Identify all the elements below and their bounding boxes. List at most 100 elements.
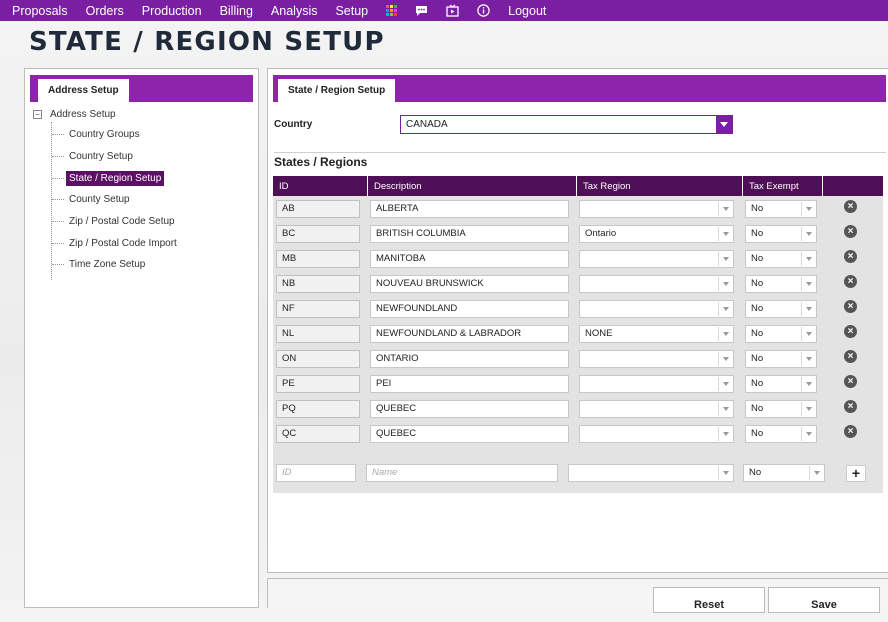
chevron-down-icon[interactable]: [801, 427, 815, 441]
tree-root[interactable]: − Address Setup: [33, 105, 116, 123]
delete-row-icon[interactable]: ×: [844, 375, 857, 388]
tax-exempt-select[interactable]: No: [745, 350, 817, 368]
tax-exempt-select[interactable]: No: [745, 225, 817, 243]
tax-region-select[interactable]: [579, 400, 734, 418]
delete-row-icon[interactable]: ×: [844, 325, 857, 338]
reset-button[interactable]: Reset: [653, 587, 765, 613]
tax-exempt-select[interactable]: No: [745, 325, 817, 343]
nav-orders[interactable]: Orders: [86, 4, 124, 18]
chevron-down-icon[interactable]: [718, 427, 732, 441]
id-cell[interactable]: BC: [276, 225, 360, 243]
media-icon[interactable]: [446, 4, 459, 17]
tree-item-zip-postal-code-import[interactable]: Zip / Postal Code Import: [52, 234, 180, 252]
delete-row-icon[interactable]: ×: [844, 425, 857, 438]
nav-logout[interactable]: Logout: [508, 4, 546, 18]
chevron-down-icon[interactable]: [801, 277, 815, 291]
new-id-input[interactable]: ID: [276, 464, 356, 482]
chevron-down-icon[interactable]: [718, 352, 732, 366]
tree-item-zip-postal-code-setup[interactable]: Zip / Postal Code Setup: [52, 212, 178, 230]
tax-region-select[interactable]: NONE: [579, 325, 734, 343]
tree-item-country-groups[interactable]: Country Groups: [52, 125, 143, 143]
chevron-down-icon[interactable]: [801, 327, 815, 341]
col-header-tax-exempt[interactable]: Tax Exempt: [743, 176, 823, 196]
col-header-description[interactable]: Description: [368, 176, 577, 196]
delete-row-icon[interactable]: ×: [844, 350, 857, 363]
tax-exempt-select[interactable]: No: [745, 200, 817, 218]
collapse-icon[interactable]: −: [33, 109, 42, 119]
delete-row-icon[interactable]: ×: [844, 225, 857, 238]
description-input[interactable]: QUEBEC: [370, 425, 569, 443]
description-input[interactable]: ONTARIO: [370, 350, 569, 368]
tab-address-setup[interactable]: Address Setup: [38, 79, 129, 102]
delete-row-icon[interactable]: ×: [844, 275, 857, 288]
description-input[interactable]: NOUVEAU BRUNSWICK: [370, 275, 569, 293]
description-input[interactable]: PEI: [370, 375, 569, 393]
col-header-tax-region[interactable]: Tax Region: [577, 176, 743, 196]
chevron-down-icon[interactable]: [801, 227, 815, 241]
description-input[interactable]: ALBERTA: [370, 200, 569, 218]
delete-row-icon[interactable]: ×: [844, 250, 857, 263]
delete-row-icon[interactable]: ×: [844, 400, 857, 413]
add-row-button[interactable]: +: [846, 465, 866, 482]
tax-region-select[interactable]: [579, 250, 734, 268]
nav-analysis[interactable]: Analysis: [271, 4, 318, 18]
nav-billing[interactable]: Billing: [220, 4, 253, 18]
description-input[interactable]: NEWFOUNDLAND & LABRADOR: [370, 325, 569, 343]
chat-icon[interactable]: [415, 5, 428, 17]
chevron-down-icon[interactable]: [718, 252, 732, 266]
tax-region-select[interactable]: [579, 375, 734, 393]
apps-grid-icon[interactable]: [386, 5, 398, 16]
nav-proposals[interactable]: Proposals: [12, 4, 68, 18]
chevron-down-icon[interactable]: [718, 402, 732, 416]
tax-exempt-select[interactable]: No: [745, 375, 817, 393]
chevron-down-icon[interactable]: [718, 377, 732, 391]
tree-item-country-setup[interactable]: Country Setup: [52, 147, 136, 165]
tax-exempt-select[interactable]: No: [745, 425, 817, 443]
tree-item-county-setup[interactable]: County Setup: [52, 190, 133, 208]
id-cell[interactable]: PQ: [276, 400, 360, 418]
chevron-down-icon[interactable]: [718, 302, 732, 316]
tax-exempt-select[interactable]: No: [745, 300, 817, 318]
chevron-down-icon[interactable]: [718, 227, 732, 241]
chevron-down-icon[interactable]: [801, 377, 815, 391]
tree-item-time-zone-setup[interactable]: Time Zone Setup: [52, 255, 148, 273]
new-tax-exempt-select[interactable]: No: [743, 464, 825, 482]
chevron-down-icon[interactable]: [801, 352, 815, 366]
tax-exempt-select[interactable]: No: [745, 400, 817, 418]
tree-item-state-region-setup[interactable]: State / Region Setup: [52, 169, 165, 187]
description-input[interactable]: MANITOBA: [370, 250, 569, 268]
tax-region-select[interactable]: [579, 300, 734, 318]
id-cell[interactable]: NL: [276, 325, 360, 343]
tax-region-select[interactable]: [579, 425, 734, 443]
id-cell[interactable]: ON: [276, 350, 360, 368]
chevron-down-icon[interactable]: [718, 327, 732, 341]
id-cell[interactable]: MB: [276, 250, 360, 268]
chevron-down-icon[interactable]: [718, 202, 732, 216]
delete-row-icon[interactable]: ×: [844, 200, 857, 213]
chevron-down-icon[interactable]: [801, 302, 815, 316]
chevron-down-icon[interactable]: [718, 466, 732, 480]
tax-region-select[interactable]: [579, 275, 734, 293]
nav-setup[interactable]: Setup: [335, 4, 368, 18]
chevron-down-icon[interactable]: [801, 252, 815, 266]
chevron-down-icon[interactable]: [716, 116, 732, 133]
chevron-down-icon[interactable]: [718, 277, 732, 291]
tab-state-region-setup[interactable]: State / Region Setup: [278, 79, 396, 102]
description-input[interactable]: QUEBEC: [370, 400, 569, 418]
new-name-input[interactable]: Name: [366, 464, 558, 482]
nav-production[interactable]: Production: [142, 4, 202, 18]
tax-region-select[interactable]: Ontario: [579, 225, 734, 243]
new-tax-region-select[interactable]: [568, 464, 734, 482]
chevron-down-icon[interactable]: [801, 202, 815, 216]
country-select[interactable]: CANADA: [400, 115, 733, 134]
id-cell[interactable]: AB: [276, 200, 360, 218]
id-cell[interactable]: NF: [276, 300, 360, 318]
info-icon[interactable]: [477, 4, 490, 17]
tax-region-select[interactable]: [579, 200, 734, 218]
chevron-down-icon[interactable]: [801, 402, 815, 416]
col-header-id[interactable]: ID: [273, 176, 368, 196]
description-input[interactable]: BRITISH COLUMBIA: [370, 225, 569, 243]
delete-row-icon[interactable]: ×: [844, 300, 857, 313]
save-button[interactable]: Save: [768, 587, 880, 613]
tax-region-select[interactable]: [579, 350, 734, 368]
